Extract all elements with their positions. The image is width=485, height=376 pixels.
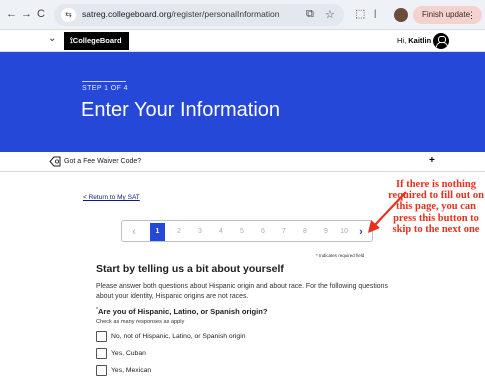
option-label: Yes, Cuban [111,350,146,357]
site-header: ⌄ ⟟CollegeBoard Hi, Kaitlin [0,30,485,52]
menu-dots-icon: ⋮ [467,10,476,20]
instructions-text: Please answer both questions about Hispa… [96,283,388,300]
option-label: No, not of Hispanic, Latino, or Spanish … [111,333,246,340]
url-text: satreg.collegeboard.org/register/persona… [82,9,280,19]
previous-page-icon[interactable]: ‹ [126,224,142,240]
question-hint: Check as many responses as apply [96,319,185,325]
address-bar[interactable]: ⇆ satreg.collegeboard.org/register/perso… [54,4,344,26]
finish-update-label: Finish update [422,10,471,19]
hero-divider [82,81,126,82]
site-settings-icon[interactable]: ⇆ [61,8,76,22]
annotation-callout: If there is nothing required to fill out… [388,179,484,235]
page-title: Enter Your Information [81,99,281,121]
url-host: satreg.collegeboard.org [82,9,172,19]
finish-update-button[interactable]: Finish update ⋮ [413,6,482,24]
checkbox[interactable] [96,331,107,342]
question-pager: ‹ 1 2 3 4 5 6 7 8 9 10 › [121,220,373,242]
pager-page-3[interactable]: 3 [192,225,208,239]
hispanic-origin-question: *Are you of Hispanic, Latino, or Spanish… [96,307,268,316]
section-heading: Start by telling us a bit about yourself [96,263,284,275]
pager-page-7[interactable]: 7 [276,225,292,239]
step-indicator: STEP 1 OF 4 [82,85,128,92]
checkbox[interactable] [96,365,107,376]
browser-toolbar: ← → C ⇆ satreg.collegeboard.org/register… [0,0,485,30]
url-path: /register/personalInformation [171,9,280,19]
pager-page-1[interactable]: 1 [150,223,165,241]
return-to-my-sat-link[interactable]: < Return to My SAT [83,194,140,201]
expand-plus-icon[interactable]: + [429,155,435,166]
pager-page-5[interactable]: 5 [234,225,250,239]
pager-page-9[interactable]: 9 [318,225,334,239]
forward-arrow-icon[interactable]: → [21,7,32,21]
question-text: Are you of Hispanic, Latino, or Spanish … [97,307,268,316]
pager-page-10[interactable]: 10 [336,225,352,239]
menu-chevron-icon[interactable]: ⌄ [48,33,56,44]
greeting-prefix: Hi, [397,36,407,45]
install-app-icon[interactable]: ⧉ [306,8,314,21]
pager-page-6[interactable]: 6 [255,225,271,239]
pager-page-2[interactable]: 2 [171,225,187,239]
collegeboard-logo[interactable]: ⟟CollegeBoard [64,32,129,50]
user-account-icon[interactable] [433,33,449,49]
profile-avatar-icon[interactable] [394,8,408,22]
hero-banner: STEP 1 OF 4 Enter Your Information [0,52,485,152]
pager-page-4[interactable]: 4 [213,225,229,239]
fee-waiver-bar[interactable]: Got a Fee Waiver Code? + [0,152,485,172]
option-label: Yes, Mexican [111,367,152,374]
extensions-icon[interactable]: ⬚ [355,7,365,20]
fee-waiver-label: Got a Fee Waiver Code? [64,158,142,165]
required-field-note: * Indicates required field [316,253,365,258]
back-arrow-icon[interactable]: ← [6,7,17,21]
bookmark-star-icon[interactable]: ☆ [325,8,335,21]
reload-icon[interactable]: C [37,7,45,21]
user-name: Kaitlin [408,36,432,45]
divider-icon: | [374,8,377,18]
checkbox[interactable] [96,348,107,359]
ticket-icon [49,156,61,167]
user-greeting: Hi, Kaitlin [397,36,431,45]
pager-page-8[interactable]: 8 [297,225,313,239]
